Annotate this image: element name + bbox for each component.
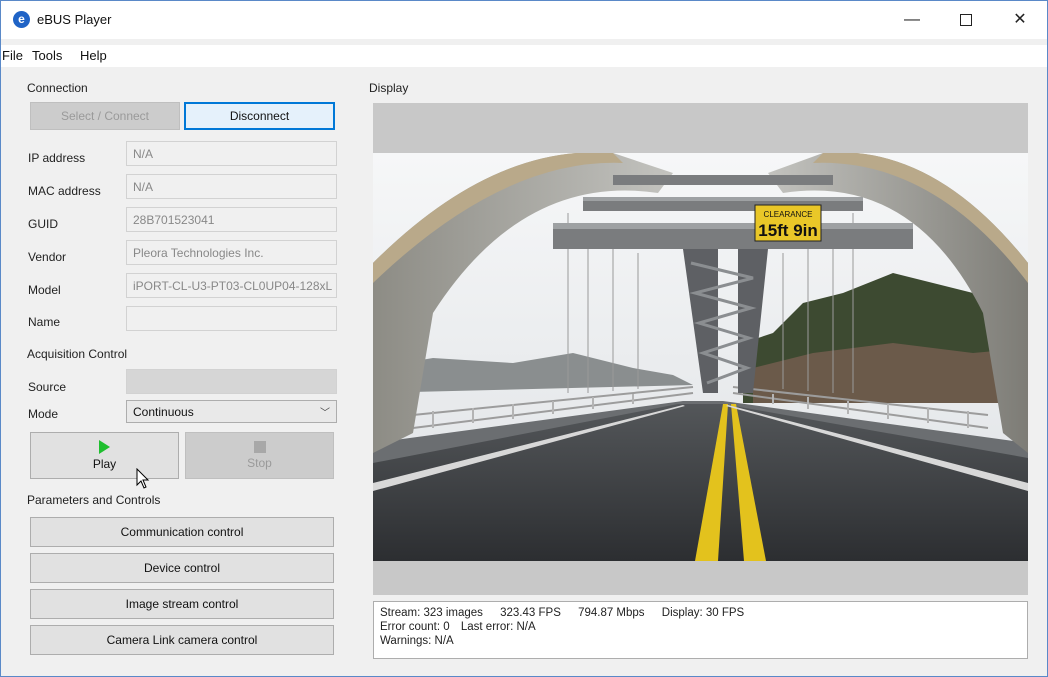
- maximize-icon: [960, 13, 972, 26]
- warnings: Warnings: N/A: [380, 635, 454, 647]
- guid-field: 28B701523041: [126, 207, 337, 232]
- mode-select[interactable]: Continuous ﹀: [126, 400, 337, 423]
- display-fps: Display: 30 FPS: [661, 607, 745, 619]
- mode-select-value: Continuous: [133, 405, 194, 419]
- mouse-cursor-icon: [136, 468, 150, 489]
- model-label: Model: [28, 283, 61, 297]
- status-line-errors: Error count: 0 Last error: N/A: [380, 620, 1021, 634]
- source-label: Source: [28, 380, 67, 394]
- stream-fps: 323.43 FPS: [500, 607, 561, 619]
- guid-label: GUID: [28, 217, 58, 231]
- menu-file[interactable]: File: [2, 48, 23, 63]
- vendor-field: Pleora Technologies Inc.: [126, 240, 337, 265]
- camera-link-camera-control-button[interactable]: Camera Link camera control: [30, 625, 334, 655]
- status-line-warnings: Warnings: N/A: [380, 634, 1021, 648]
- stop-icon: [253, 441, 266, 453]
- name-field: [126, 306, 337, 331]
- window-title: eBUS Player: [37, 12, 112, 27]
- stream-status-panel: Stream: 323 images 323.43 FPS 794.87 Mbp…: [373, 601, 1028, 659]
- display-group-label: Display: [369, 81, 409, 95]
- play-button[interactable]: Play: [30, 432, 179, 479]
- play-icon: [99, 440, 110, 454]
- close-button[interactable]: ✕: [997, 7, 1043, 33]
- stream-mbps: 794.87 Mbps: [578, 607, 645, 619]
- menu-tools[interactable]: Tools: [32, 48, 62, 63]
- clearance-sign-top: CLEARANCE: [764, 210, 813, 219]
- title-bar[interactable]: e eBUS Player — ✕: [1, 1, 1047, 39]
- stop-button[interactable]: Stop: [185, 432, 334, 479]
- minimize-button[interactable]: —: [889, 7, 935, 33]
- image-stream-control-button[interactable]: Image stream control: [30, 589, 334, 619]
- ip-address-label: IP address: [28, 151, 86, 165]
- device-control-button[interactable]: Device control: [30, 553, 334, 583]
- maximize-button[interactable]: [943, 7, 989, 33]
- camera-image[interactable]: CLEARANCE 15ft 9in: [373, 153, 1028, 561]
- ip-address-field: N/A: [126, 141, 337, 166]
- source-field[interactable]: [126, 369, 337, 394]
- status-line-stream: Stream: 323 images 323.43 FPS 794.87 Mbp…: [380, 606, 1021, 620]
- connection-group-label: Connection: [27, 81, 88, 95]
- menu-help[interactable]: Help: [80, 48, 107, 63]
- mac-address-field: N/A: [126, 174, 337, 199]
- stream-images-count: Stream: 323 images: [380, 607, 483, 619]
- ebus-app-icon: e: [13, 11, 30, 28]
- chevron-down-icon: ﹀: [320, 408, 330, 419]
- app-window: e eBUS Player — ✕ File Tools Help Connec…: [0, 0, 1048, 677]
- mac-address-label: MAC address: [28, 184, 101, 198]
- close-icon: ✕: [1013, 11, 1027, 28]
- name-label: Name: [28, 315, 61, 329]
- bridge-photo: CLEARANCE 15ft 9in: [373, 153, 1028, 561]
- select-connect-button[interactable]: Select / Connect: [30, 102, 180, 130]
- play-label: Play: [92, 457, 117, 471]
- parameters-group-label: Parameters and Controls: [27, 493, 161, 507]
- vendor-label: Vendor: [28, 250, 67, 264]
- communication-control-button[interactable]: Communication control: [30, 517, 334, 547]
- error-count: Error count: 0: [380, 621, 450, 633]
- clearance-sign-bottom: 15ft 9in: [758, 221, 818, 240]
- acquisition-group-label: Acquisition Control: [27, 347, 128, 361]
- model-field: iPORT-CL-U3-PT03-CL0UP04-128xL: [126, 273, 337, 298]
- menu-bar: File Tools Help: [1, 45, 1047, 67]
- stop-label: Stop: [247, 456, 272, 470]
- mode-label: Mode: [28, 407, 59, 421]
- last-error: Last error: N/A: [460, 621, 536, 633]
- disconnect-button[interactable]: Disconnect: [184, 102, 335, 130]
